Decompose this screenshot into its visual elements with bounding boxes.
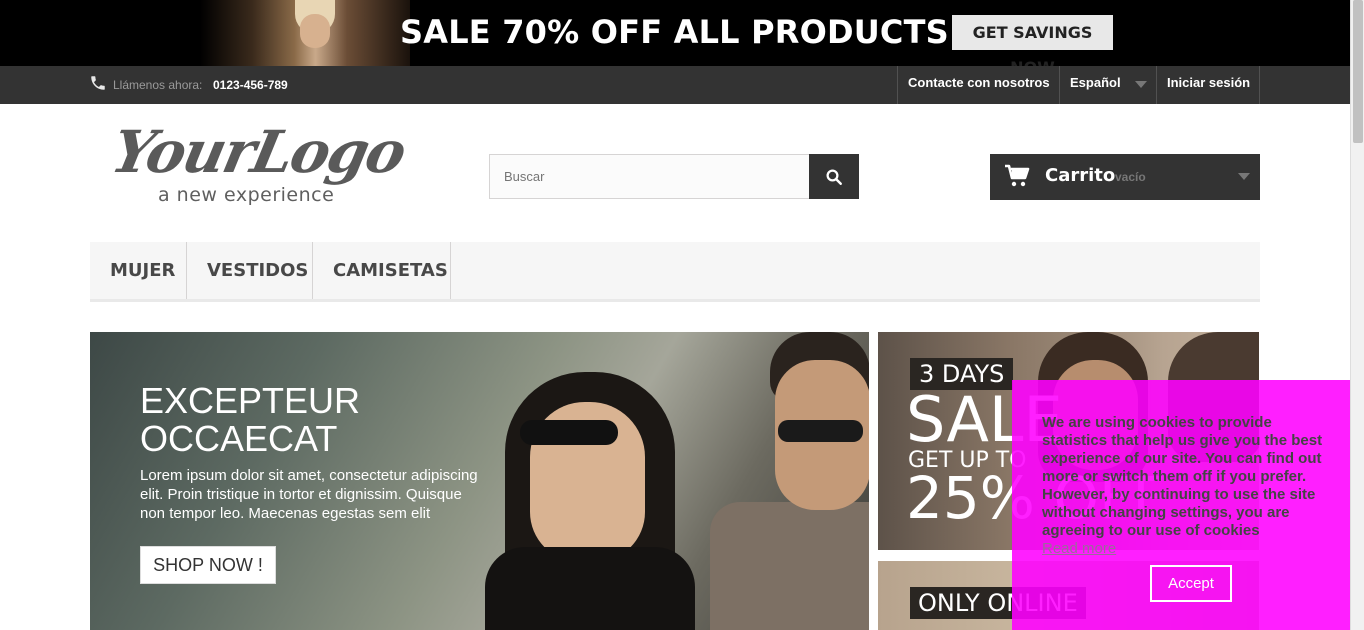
hero-slider[interactable]: EXCEPTEUR OCCAECAT Lorem ipsum dolor sit…	[90, 332, 869, 630]
slider-model-man-shirt	[710, 502, 869, 630]
shop-now-button[interactable]: SHOP NOW !	[140, 546, 276, 584]
chevron-down-icon	[1238, 173, 1250, 180]
promo-model-face	[300, 14, 330, 48]
slider-model-woman-sunglasses	[520, 420, 618, 445]
slide-title: EXCEPTEUR OCCAECAT	[140, 382, 470, 458]
menu-item-camisetas[interactable]: CAMISETAS	[313, 242, 451, 299]
logo-tagline: a new experience	[158, 184, 335, 206]
menu-item-vestidos[interactable]: VESTIDOS	[187, 242, 313, 299]
cookie-text: We are using cookies to provide statisti…	[1042, 414, 1323, 539]
language-label: Español	[1070, 75, 1121, 90]
slider-model-man-sunglasses	[778, 420, 863, 442]
slide-title-text: EXCEPTEUR OCCAECAT	[140, 380, 361, 459]
cart-status: vacío	[1115, 170, 1146, 184]
slider-model-woman-jacket	[485, 547, 695, 630]
cookie-accept-button[interactable]: Accept	[1150, 565, 1232, 602]
cart-label: Carrito	[1045, 165, 1116, 186]
page: SALE 70% OFF ALL PRODUCTS GET SAVINGS NO…	[0, 0, 1364, 630]
scrollbar-thumb[interactable]	[1353, 0, 1363, 143]
search-icon	[826, 169, 842, 185]
phone-icon	[91, 76, 105, 90]
cookie-notice: We are using cookies to provide statisti…	[1012, 380, 1350, 630]
promo-model-image	[200, 0, 410, 66]
search-input[interactable]	[489, 154, 810, 199]
get-savings-button[interactable]: GET SAVINGS NOW	[952, 15, 1113, 66]
call-us-label: Llámenos ahora:	[113, 78, 203, 92]
slide-text: Lorem ipsum dolor sit amet, consectetur …	[140, 467, 478, 522]
page-scrollbar[interactable]	[1350, 0, 1364, 630]
contact-us-link[interactable]: Contacte con nosotros	[897, 66, 1059, 104]
site-logo[interactable]: YourLogo a new experience	[106, 118, 411, 208]
language-selector[interactable]: Español	[1059, 66, 1156, 104]
phone-number: 0123-456-789	[213, 78, 288, 92]
menu-item-mujer[interactable]: MUJER	[90, 242, 187, 299]
login-link[interactable]: Iniciar sesión	[1156, 66, 1260, 104]
category-menu: MUJER VESTIDOS CAMISETAS	[90, 242, 1260, 302]
top-nav-bar: Llámenos ahora: 0123-456-789 Contacte co…	[0, 66, 1350, 104]
chevron-down-icon	[1135, 81, 1147, 88]
promo-banner[interactable]: SALE 70% OFF ALL PRODUCTS GET SAVINGS NO…	[0, 0, 1350, 66]
promo-headline: SALE 70% OFF ALL PRODUCTS	[400, 13, 949, 51]
search-button[interactable]	[809, 154, 859, 199]
cart-dropdown[interactable]: Carrito vacío	[990, 154, 1260, 200]
logo-wordmark: YourLogo	[105, 118, 411, 186]
cart-icon	[1005, 164, 1030, 187]
cookie-read-more-link[interactable]: Read more	[1042, 540, 1116, 557]
